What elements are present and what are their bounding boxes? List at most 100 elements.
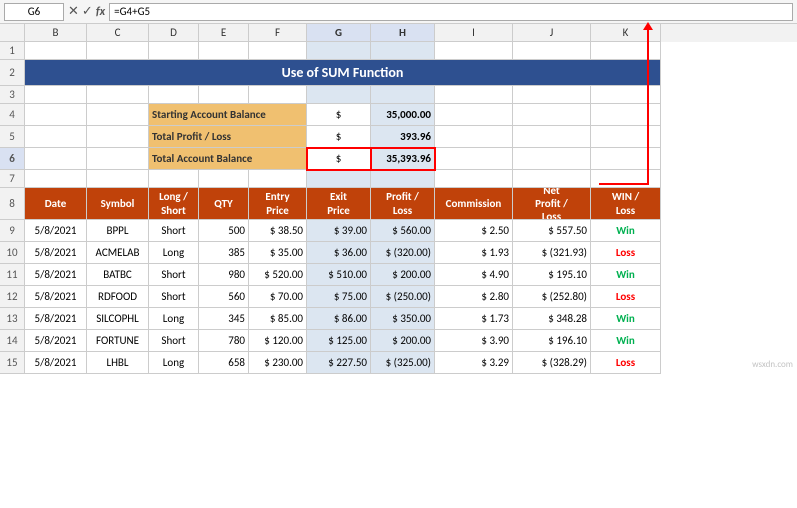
cell-win-loss-9[interactable]: Win <box>591 220 661 242</box>
cell-exit-15[interactable]: $ 227.50 <box>307 352 371 374</box>
col-header-J[interactable]: J <box>513 24 591 42</box>
col-header-E[interactable]: E <box>199 24 249 42</box>
cell-net-11[interactable]: $ 195.10 <box>513 264 591 286</box>
cell-commission-15[interactable]: $ 3.29 <box>435 352 513 374</box>
cell-profit-10[interactable]: $ (320.00) <box>371 242 435 264</box>
cell-symbol-15[interactable]: LHBL <box>87 352 149 374</box>
cell-exit-12[interactable]: $ 75.00 <box>307 286 371 308</box>
cell-profit-12[interactable]: $ (250.00) <box>371 286 435 308</box>
cell-long-short-10[interactable]: Long <box>149 242 199 264</box>
cell-profit-9[interactable]: $ 560.00 <box>371 220 435 242</box>
cell-qty-10[interactable]: 385 <box>199 242 249 264</box>
cell-J1[interactable] <box>513 42 591 60</box>
cell-F1[interactable] <box>249 42 307 60</box>
cell-entry-14[interactable]: $ 120.00 <box>249 330 307 352</box>
cell-date-15[interactable]: 5/8/2021 <box>25 352 87 374</box>
cell-entry-11[interactable]: $ 520.00 <box>249 264 307 286</box>
cell-win-loss-14[interactable]: Win <box>591 330 661 352</box>
cell-profit-15[interactable]: $ (325.00) <box>371 352 435 374</box>
cell-symbol-11[interactable]: BATBC <box>87 264 149 286</box>
cell-date-9[interactable]: 5/8/2021 <box>25 220 87 242</box>
cell-long-short-15[interactable]: Long <box>149 352 199 374</box>
cell-date-11[interactable]: 5/8/2021 <box>25 264 87 286</box>
cancel-icon[interactable]: ✕ <box>68 4 79 19</box>
cell-G4-dollar[interactable]: $ <box>307 104 371 126</box>
cell-symbol-12[interactable]: RDFOOD <box>87 286 149 308</box>
cell-K1[interactable] <box>591 42 661 60</box>
cell-entry-10[interactable]: $ 35.00 <box>249 242 307 264</box>
cell-date-10[interactable]: 5/8/2021 <box>25 242 87 264</box>
cell-profit-11[interactable]: $ 200.00 <box>371 264 435 286</box>
cell-G5-dollar[interactable]: $ <box>307 126 371 148</box>
cell-H6-value[interactable]: 35,393.96 <box>371 148 435 170</box>
cell-entry-15[interactable]: $ 230.00 <box>249 352 307 374</box>
cell-entry-12[interactable]: $ 70.00 <box>249 286 307 308</box>
cell-long-short-9[interactable]: Short <box>149 220 199 242</box>
cell-net-14[interactable]: $ 196.10 <box>513 330 591 352</box>
cell-long-short-12[interactable]: Short <box>149 286 199 308</box>
cell-G1[interactable] <box>307 42 371 60</box>
col-header-H[interactable]: H <box>371 24 435 42</box>
col-header-D[interactable]: D <box>149 24 199 42</box>
cell-entry-13[interactable]: $ 85.00 <box>249 308 307 330</box>
cell-D1[interactable] <box>149 42 199 60</box>
confirm-icon[interactable]: ✓ <box>82 4 93 19</box>
cell-win-loss-13[interactable]: Win <box>591 308 661 330</box>
cell-qty-14[interactable]: 780 <box>199 330 249 352</box>
cell-net-10[interactable]: $ (321.93) <box>513 242 591 264</box>
cell-exit-10[interactable]: $ 36.00 <box>307 242 371 264</box>
cell-long-short-13[interactable]: Long <box>149 308 199 330</box>
col-header-B[interactable]: B <box>25 24 87 42</box>
cell-long-short-11[interactable]: Short <box>149 264 199 286</box>
cell-symbol-13[interactable]: SILCOPHL <box>87 308 149 330</box>
cell-exit-9[interactable]: $ 39.00 <box>307 220 371 242</box>
cell-net-13[interactable]: $ 348.28 <box>513 308 591 330</box>
cell-net-15[interactable]: $ (328.29) <box>513 352 591 374</box>
cell-E1[interactable] <box>199 42 249 60</box>
col-header-I[interactable]: I <box>435 24 513 42</box>
cell-symbol-9[interactable]: BPPL <box>87 220 149 242</box>
cell-B2[interactable]: Use of SUM Function <box>25 60 661 86</box>
cell-long-short-14[interactable]: Short <box>149 330 199 352</box>
cell-commission-9[interactable]: $ 2.50 <box>435 220 513 242</box>
cell-exit-11[interactable]: $ 510.00 <box>307 264 371 286</box>
cell-date-14[interactable]: 5/8/2021 <box>25 330 87 352</box>
cell-commission-12[interactable]: $ 2.80 <box>435 286 513 308</box>
cell-H5-value[interactable]: 393.96 <box>371 126 435 148</box>
cell-G6-dollar[interactable]: $ <box>307 148 371 170</box>
cell-entry-9[interactable]: $ 38.50 <box>249 220 307 242</box>
cell-qty-15[interactable]: 658 <box>199 352 249 374</box>
cell-date-12[interactable]: 5/8/2021 <box>25 286 87 308</box>
fx-icon[interactable]: fx <box>96 5 105 19</box>
cell-exit-14[interactable]: $ 125.00 <box>307 330 371 352</box>
cell-net-12[interactable]: $ (252.80) <box>513 286 591 308</box>
cell-reference[interactable]: G6 <box>4 3 64 21</box>
col-header-C[interactable]: C <box>87 24 149 42</box>
cell-C1[interactable] <box>87 42 149 60</box>
cell-H1[interactable] <box>371 42 435 60</box>
cell-commission-13[interactable]: $ 1.73 <box>435 308 513 330</box>
cell-qty-13[interactable]: 345 <box>199 308 249 330</box>
cell-qty-12[interactable]: 560 <box>199 286 249 308</box>
cell-commission-11[interactable]: $ 4.90 <box>435 264 513 286</box>
cell-qty-11[interactable]: 980 <box>199 264 249 286</box>
cell-exit-13[interactable]: $ 86.00 <box>307 308 371 330</box>
cell-win-loss-10[interactable]: Loss <box>591 242 661 264</box>
cell-B1[interactable] <box>25 42 87 60</box>
cell-win-loss-15[interactable]: Loss <box>591 352 661 374</box>
col-header-F[interactable]: F <box>249 24 307 42</box>
cell-commission-14[interactable]: $ 3.90 <box>435 330 513 352</box>
cell-profit-14[interactable]: $ 200.00 <box>371 330 435 352</box>
cell-symbol-10[interactable]: ACMELAB <box>87 242 149 264</box>
formula-input[interactable]: =G4+G5 <box>109 3 793 21</box>
col-header-G[interactable]: G <box>307 24 371 42</box>
cell-net-9[interactable]: $ 557.50 <box>513 220 591 242</box>
cell-commission-10[interactable]: $ 1.93 <box>435 242 513 264</box>
cell-symbol-14[interactable]: FORTUNE <box>87 330 149 352</box>
cell-profit-13[interactable]: $ 350.00 <box>371 308 435 330</box>
cell-win-loss-12[interactable]: Loss <box>591 286 661 308</box>
cell-date-13[interactable]: 5/8/2021 <box>25 308 87 330</box>
cell-H4-value[interactable]: 35,000.00 <box>371 104 435 126</box>
cell-win-loss-11[interactable]: Win <box>591 264 661 286</box>
cell-qty-9[interactable]: 500 <box>199 220 249 242</box>
